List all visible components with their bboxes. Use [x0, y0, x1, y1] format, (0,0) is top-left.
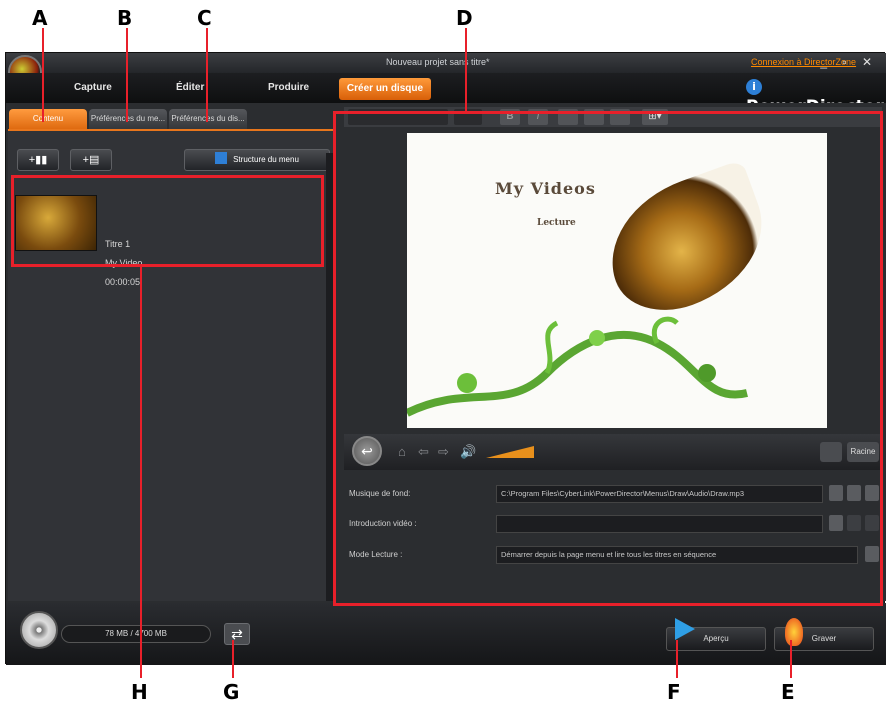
preview-button-label: Aperçu — [703, 634, 729, 643]
disc-icon[interactable] — [20, 611, 58, 649]
callout-g: G — [223, 680, 240, 704]
pointer-h — [140, 266, 142, 678]
menu-structure-button[interactable]: Structure du menu — [184, 149, 330, 171]
tab-preferences-menu[interactable]: Préférences du me... — [89, 109, 167, 129]
burn-button-label: Graver — [811, 634, 837, 643]
structure-icon — [215, 152, 228, 164]
pointer-c — [206, 28, 208, 122]
burn-button[interactable]: Graver — [774, 618, 874, 651]
nav-capture[interactable]: Capture — [74, 82, 112, 93]
disc-capacity: 78 MB / 4700 MB — [61, 625, 211, 643]
callout-a: A — [32, 6, 48, 30]
nav-editer[interactable]: Éditer — [176, 82, 204, 93]
left-tabs: Contenu Préférences du me... Préférences… — [6, 105, 338, 129]
swap-button[interactable]: ⇄ — [224, 623, 250, 645]
nav-produire[interactable]: Produire — [268, 82, 309, 93]
item-duration: 00:00:05 — [105, 277, 141, 287]
callout-b: B — [117, 6, 133, 30]
pointer-f — [676, 640, 678, 678]
title-bar: Nouveau projet sans titre* Connexion à D… — [6, 53, 886, 73]
pointer-b — [126, 28, 128, 122]
structure-label: Structure du menu — [233, 155, 299, 164]
pointer-d — [465, 28, 467, 112]
callout-e: E — [781, 680, 795, 704]
flame-icon — [785, 618, 803, 646]
nav-creer-disque[interactable]: Créer un disque — [339, 78, 431, 100]
brand-icon: i — [746, 79, 762, 95]
callout-h: H — [131, 680, 148, 704]
callout-c: C — [197, 6, 212, 30]
add-playlist-button[interactable]: +▤ — [70, 149, 112, 171]
tab-contenu[interactable]: Contenu — [9, 109, 87, 129]
callout-d: D — [456, 6, 473, 30]
pointer-g — [232, 640, 234, 678]
main-nav: Capture Éditer Produire Créer un disque … — [6, 73, 886, 117]
bottom-bar: 78 MB / 4700 MB ⇄ Aperçu Graver — [6, 603, 886, 665]
add-video-button[interactable]: +▮▮ — [17, 149, 59, 171]
pointer-a — [42, 28, 44, 122]
pointer-e — [790, 640, 792, 678]
callout-box-h — [11, 175, 324, 267]
window-controls[interactable]: _ ▫ ✕ — [820, 55, 878, 69]
callout-box-d — [333, 111, 883, 606]
preview-button[interactable]: Aperçu — [666, 618, 766, 651]
tab-preferences-disque[interactable]: Préférences du dis... — [169, 109, 247, 129]
preview-play-icon — [675, 618, 695, 640]
callout-f: F — [667, 680, 681, 704]
window-title: Nouveau projet sans titre* — [386, 57, 490, 67]
